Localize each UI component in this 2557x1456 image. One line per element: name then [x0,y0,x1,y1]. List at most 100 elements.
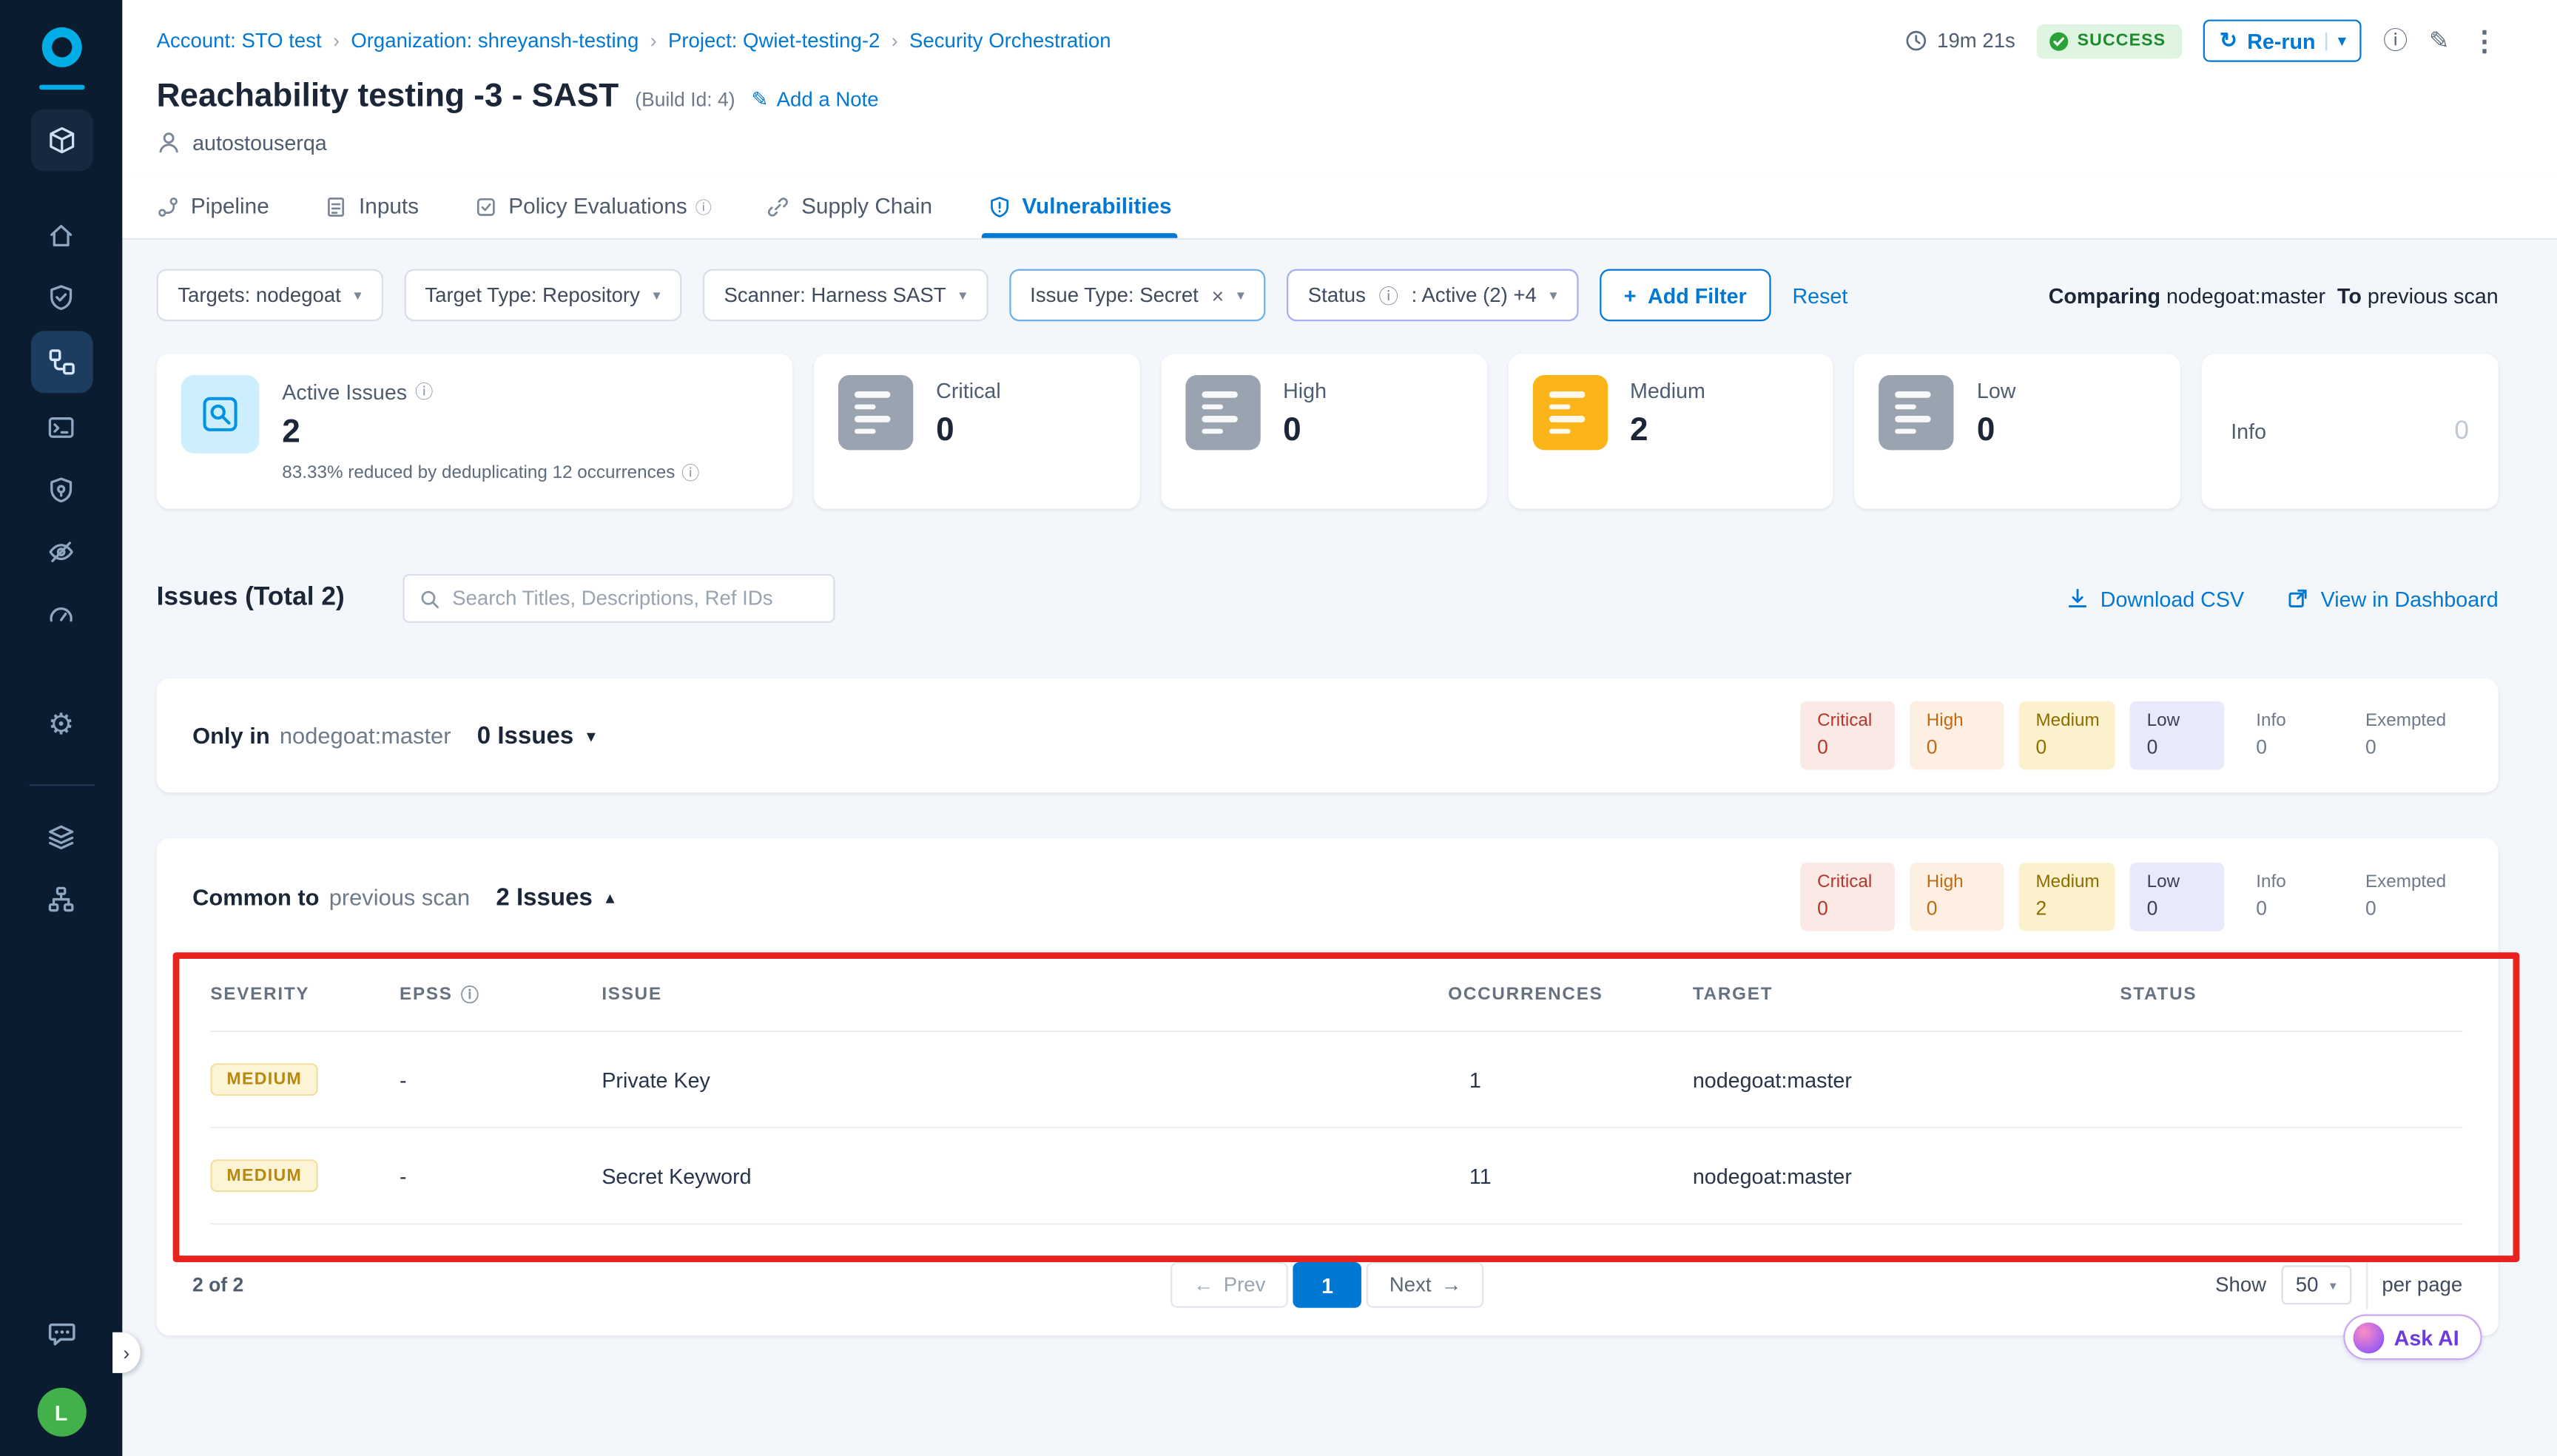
sidebar-item-pipelines[interactable] [30,331,92,393]
main-area: Account: STO test › Organization: shreya… [122,0,2557,1456]
chip-info: Info0 [2240,862,2334,931]
rerun-icon: ↻ [2220,27,2237,53]
gear-icon: ⚙ [48,710,75,739]
rerun-button[interactable]: ↻ Re-run ▾ [2203,19,2362,61]
info-icon: ⓘ [681,460,699,486]
external-link-icon [2286,587,2309,610]
chip-medium: Medium2 [2019,862,2115,931]
user-avatar[interactable]: L [37,1388,86,1437]
low-card: Low 0 [1855,354,2180,508]
epss-cell: - [400,1164,602,1188]
sidebar-item-settings[interactable]: ⚙ [30,696,92,752]
breadcrumb-module[interactable]: Security Orchestration [909,30,1111,53]
high-count: 0 [1283,413,1327,451]
download-icon [2066,587,2089,610]
next-page-button[interactable]: Next → [1367,1262,1484,1308]
medium-count: 2 [1630,413,1705,451]
chip-exempted: Exempted0 [2349,862,2462,931]
filter-scanner[interactable]: Scanner: Harness SAST ▾ [703,269,988,322]
build-id: (Build Id: 4) [635,88,735,111]
view-in-dashboard-link[interactable]: View in Dashboard [2286,586,2498,610]
sidebar-item-organization[interactable] [30,871,92,926]
clock-icon [1904,30,1927,53]
medium-card: Medium 2 [1508,354,1833,508]
chevron-up-icon[interactable]: ▴ [606,886,615,908]
show-label: Show [2215,1273,2266,1296]
tab-supply-chain[interactable]: Supply Chain [767,175,932,238]
breadcrumb-account[interactable]: Account: STO test [157,30,322,53]
module-selector-button[interactable] [30,109,92,172]
breadcrumb: Account: STO test › Organization: shreya… [157,30,1111,53]
group-toggle[interactable]: 0 Issues [477,721,574,749]
active-issues-count: 2 [282,414,699,452]
tab-pipeline[interactable]: Pipeline [157,175,269,238]
info-icon: ⓘ [1379,281,1398,309]
remove-filter-icon[interactable]: × [1211,283,1224,307]
filter-status[interactable]: Status ⓘ : Active (2) +4 ▾ [1287,269,1578,322]
plus-icon: + [1624,283,1637,307]
group-toggle[interactable]: 2 Issues [496,883,593,911]
col-status: STATUS [2120,985,2462,1004]
help-chat-button[interactable] [30,1306,92,1361]
pagination: 2 of 2 ← Prev 1 Next → Show [192,1224,2462,1326]
filter-target-type[interactable]: Target Type: Repository ▾ [404,269,681,322]
sidebar-item-gauge[interactable] [30,585,92,641]
reset-filters-link[interactable]: Reset [1792,283,1847,307]
harness-logo[interactable] [37,23,86,72]
severity-chip-strip: Critical0 High0 Medium2 Low0 Info0 [1801,862,2462,931]
ask-ai-button[interactable]: Ask AI [2343,1315,2482,1361]
breadcrumb-project[interactable]: Project: Qwiet-testing-2 [668,30,880,53]
chat-bubble-icon [47,1319,76,1349]
scan-icon-tile [181,375,260,454]
edit-button[interactable]: ✎ [2429,29,2450,53]
terminal-icon [47,414,75,441]
severity-meter-icon [1185,375,1260,450]
sidebar-item-hidden-targets[interactable] [30,524,92,579]
col-target: TARGET [1693,985,2120,1004]
chip-medium: Medium0 [2019,701,2115,770]
page-size-select[interactable]: 50 ▾ [2281,1265,2351,1304]
vulnerabilities-tab-icon [988,195,1011,218]
issues-table: SEVERITY EPSS ⓘ ISSUE OCCURRENCES TARGET… [192,956,2462,1225]
sidebar-item-security[interactable] [30,462,92,517]
chevron-down-icon[interactable]: ▾ [587,725,596,746]
table-row[interactable]: MEDIUM - Private Key 1 nodegoat:master [210,1032,2462,1128]
filter-issue-type[interactable]: Issue Type: Secret × ▾ [1009,269,1266,322]
arrow-left-icon: ← [1193,1273,1214,1296]
add-note-link[interactable]: ✎ Add a Note [752,87,879,111]
col-epss: EPSS ⓘ [400,982,602,1008]
breadcrumb-organization[interactable]: Organization: shreyansh-testing [351,30,639,53]
sidebar-item-executions[interactable] [30,400,92,455]
chevron-down-icon: ▾ [959,286,966,304]
pipeline-tab-icon [157,195,180,218]
page-title: Reachability testing -3 - SAST [157,78,619,116]
severity-chip-strip: Critical0 High0 Medium0 Low0 Info0 [1801,701,2462,770]
info-button[interactable]: ⓘ [2383,29,2408,53]
col-issue: ISSUE [602,985,1448,1004]
add-filter-button[interactable]: + Add Filter [1600,269,1771,322]
chevron-down-icon: ▾ [2330,1278,2337,1292]
low-count: 0 [1977,413,2016,451]
chip-low: Low0 [2131,701,2226,770]
chevron-down-icon: ▾ [1237,286,1244,304]
harness-logo-icon [38,24,84,70]
sidebar-item-home[interactable] [30,207,92,263]
high-card: High 0 [1161,354,1486,508]
tab-policy-evaluations[interactable]: Policy Evaluations ⓘ [474,175,712,238]
page-1-button[interactable]: 1 [1293,1262,1362,1308]
search-input[interactable] [452,587,819,610]
pagination-summary: 2 of 2 [192,1273,243,1296]
filter-targets[interactable]: Targets: nodegoat ▾ [157,269,383,322]
table-row[interactable]: MEDIUM - Secret Keyword 11 nodegoat:mast… [210,1128,2462,1224]
execution-tabs: Pipeline Policy Evaluations Inputs Polic… [122,175,2557,240]
download-csv-link[interactable]: Download CSV [2066,586,2244,610]
chevron-down-icon: ▾ [2325,32,2346,50]
policy-tab-icon [474,195,497,218]
sidebar-item-stack[interactable] [30,809,92,864]
tab-inputs[interactable]: Policy Evaluations Inputs [325,175,419,238]
more-options-button[interactable]: ⋮ [2470,27,2498,54]
tab-vulnerabilities[interactable]: Vulnerabilities [988,175,1172,238]
sidebar-item-security-tests[interactable] [30,269,92,325]
chip-critical: Critical0 [1801,701,1896,770]
prev-page-button[interactable]: ← Prev [1170,1262,1288,1308]
